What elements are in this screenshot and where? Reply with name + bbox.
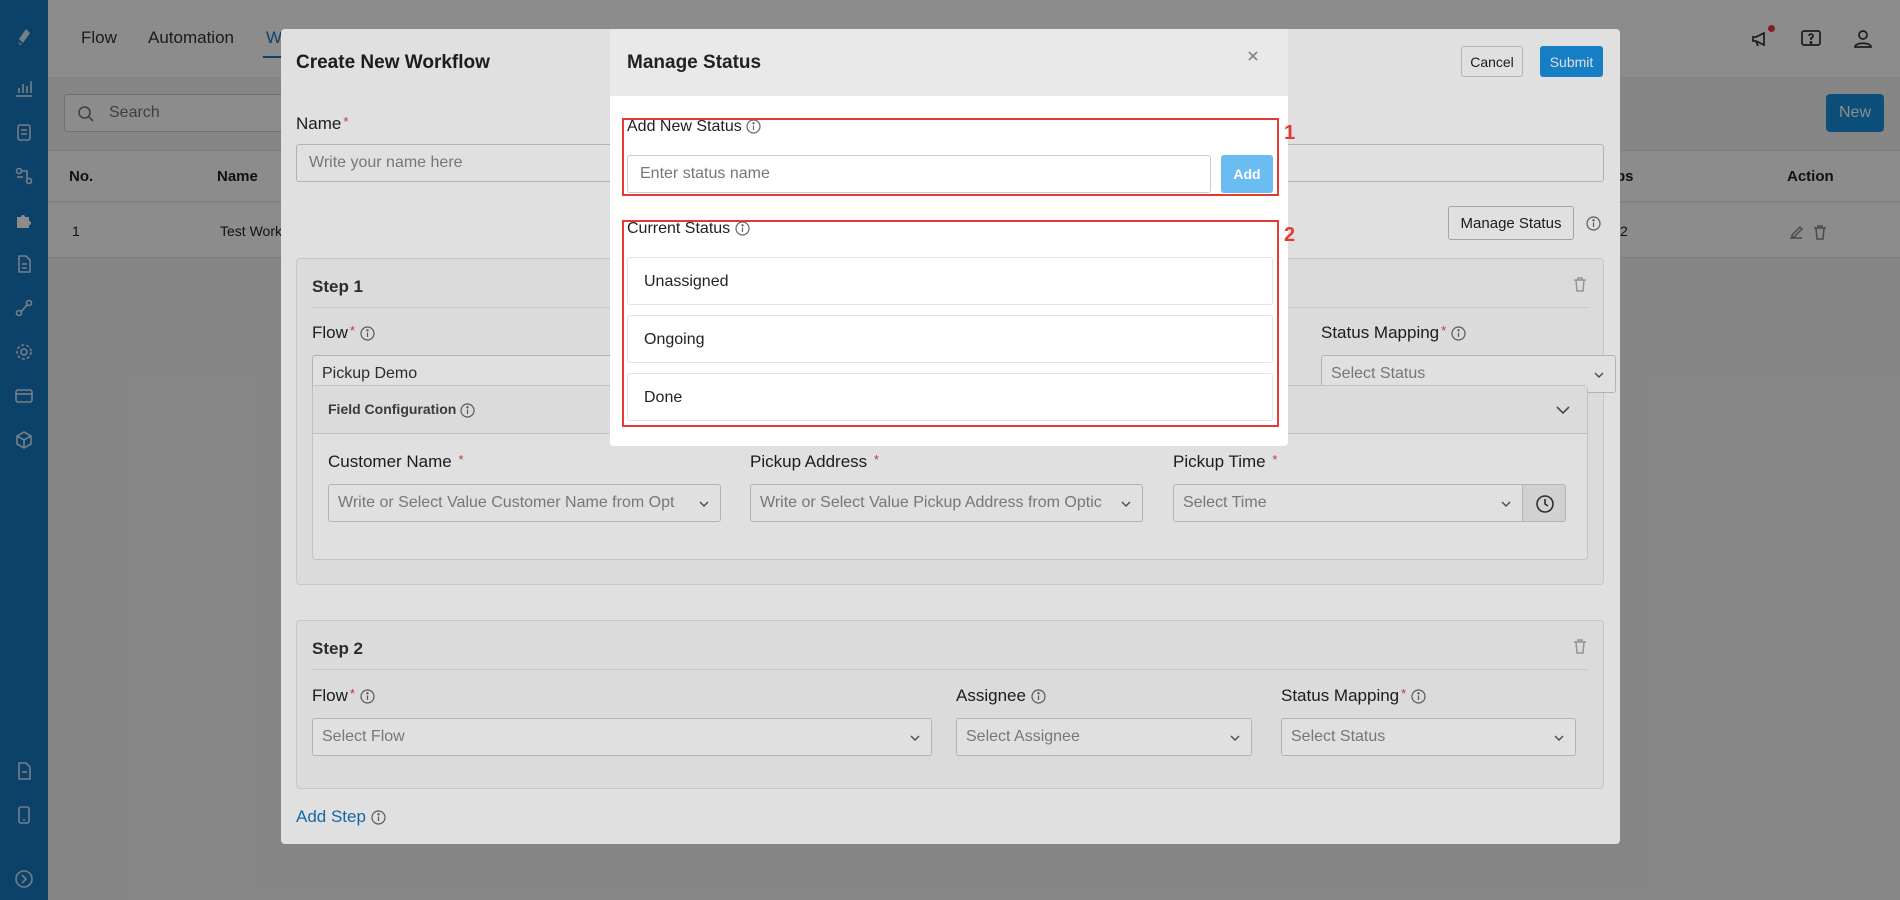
annotation-number-2: 2 (1284, 224, 1296, 246)
annotation-box-1 (622, 118, 1279, 196)
annotation-number-1: 1 (1284, 122, 1296, 144)
modal-header: Manage Status (610, 29, 1288, 96)
close-icon[interactable] (1246, 49, 1260, 63)
annotation-box-2 (622, 220, 1279, 427)
modal-title: Manage Status (627, 52, 762, 73)
